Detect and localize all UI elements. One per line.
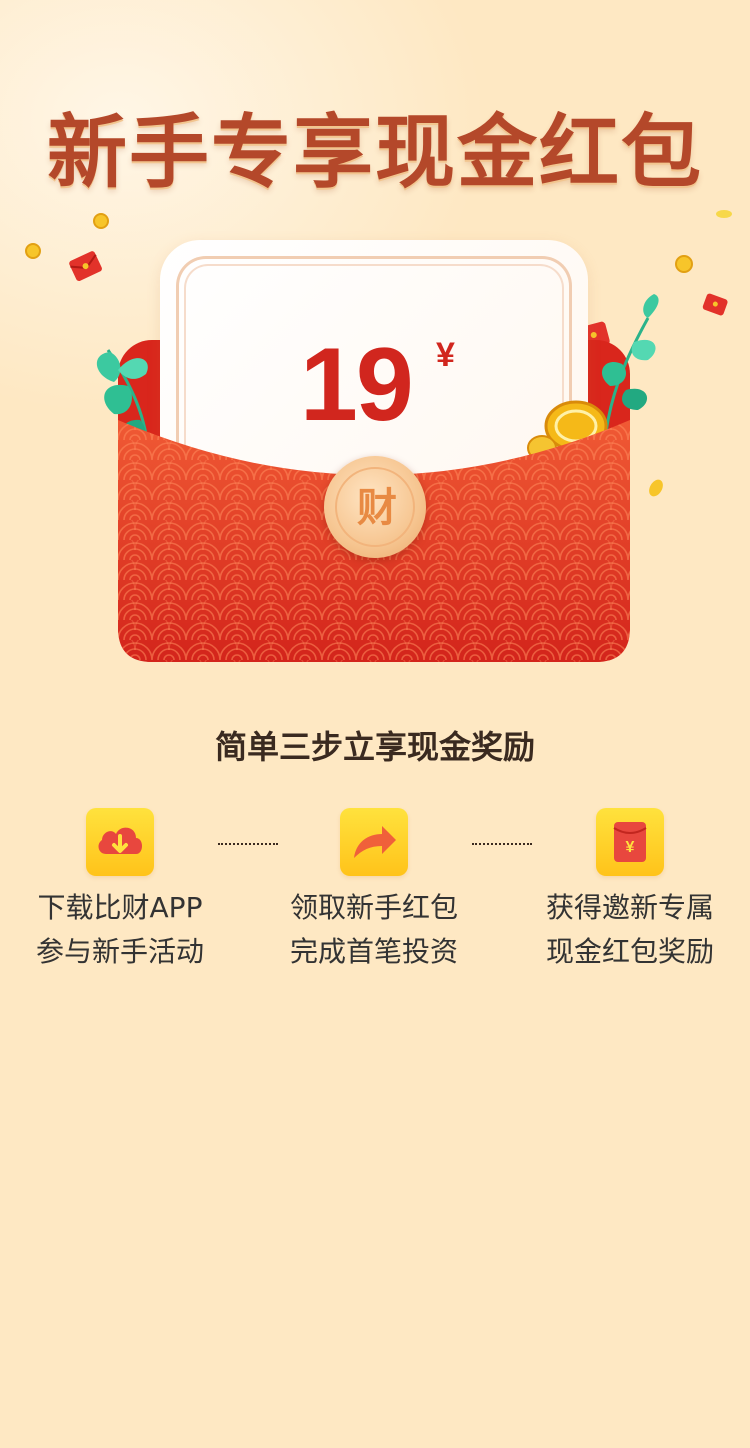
gold-coin-icon bbox=[93, 213, 109, 229]
cloud-download-icon bbox=[86, 808, 154, 876]
seal-ring: 财 bbox=[335, 467, 415, 547]
step-line2: 完成首笔投资 bbox=[289, 935, 458, 968]
share-arrow-icon bbox=[340, 808, 408, 876]
page-headline: 新手专享现金红包 bbox=[47, 106, 703, 199]
step-line2: 现金红包奖励 bbox=[545, 935, 714, 968]
step-line1: 领取新手红包 bbox=[289, 891, 458, 924]
step-receive: 领取新手红包 完成首笔投资 bbox=[254, 808, 494, 974]
gold-coin-icon bbox=[716, 210, 732, 218]
mini-red-envelope-icon bbox=[69, 251, 102, 281]
gold-coin-icon bbox=[675, 255, 693, 273]
gold-coin-icon bbox=[25, 243, 41, 259]
steps-title: 简单三步立享现金奖励 bbox=[214, 728, 535, 766]
gold-coin-icon bbox=[649, 479, 663, 497]
mini-red-envelope-icon bbox=[702, 293, 728, 316]
step-download: 下载比财APP 参与新手活动 bbox=[0, 808, 240, 974]
svg-text:¥: ¥ bbox=[626, 839, 635, 856]
red-envelope-icon: ¥ bbox=[596, 808, 664, 876]
step-line1: 下载比财APP bbox=[37, 891, 203, 924]
step-line1: 获得邀新专属 bbox=[545, 891, 714, 924]
step-reward: ¥ 获得邀新专属 现金红包奖励 bbox=[510, 808, 750, 974]
seal-logo: 财 bbox=[357, 485, 397, 531]
currency-symbol: ¥ bbox=[436, 336, 455, 374]
red-envelope: 19 ¥ 财 bbox=[0, 210, 750, 680]
step-line2: 参与新手活动 bbox=[35, 935, 204, 968]
envelope-seal[interactable]: 财 bbox=[324, 456, 426, 558]
